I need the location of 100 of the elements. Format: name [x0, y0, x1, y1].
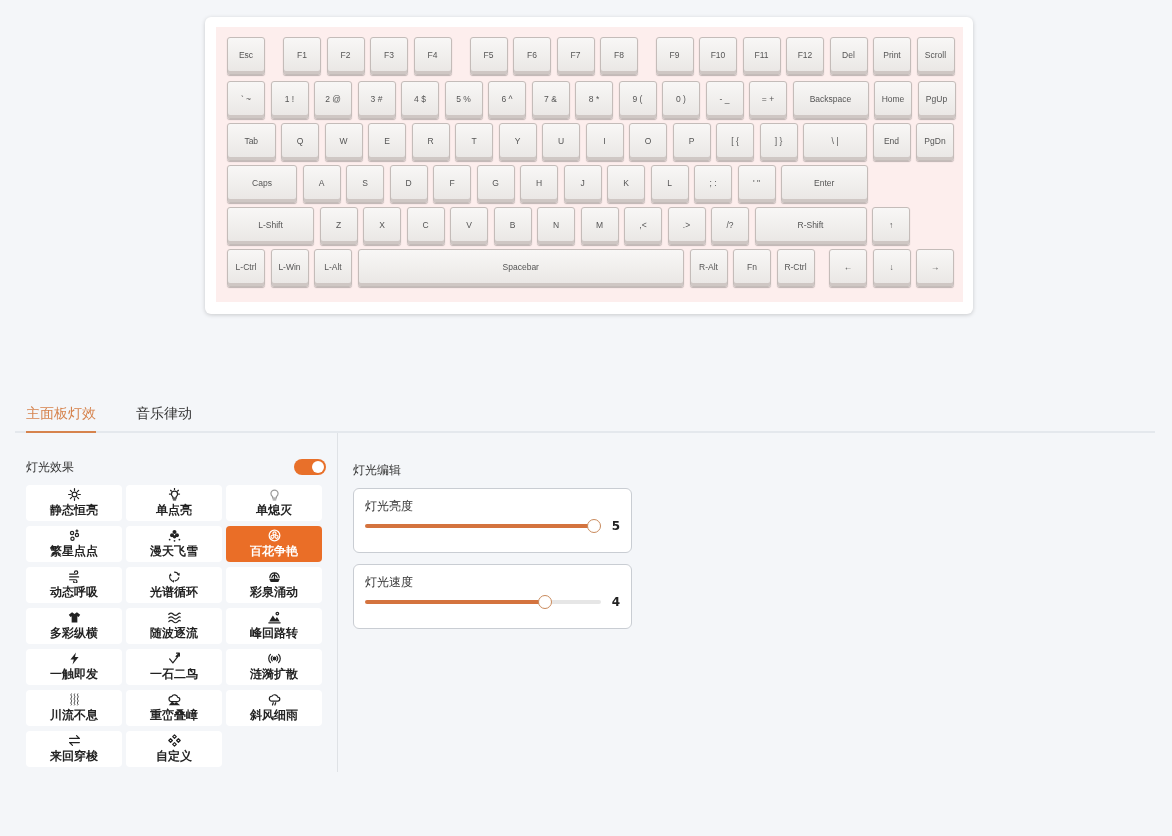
effect-option[interactable]: 峰回路转 [226, 608, 322, 644]
keyboard-key[interactable]: L-Shift [227, 207, 314, 245]
slider-track[interactable] [365, 595, 601, 609]
keyboard-key[interactable]: U [542, 123, 580, 161]
keyboard-key[interactable]: Y [498, 123, 537, 161]
keyboard-key[interactable]: 0 ) [662, 81, 700, 119]
keyboard-key[interactable]: 2 @ [314, 81, 352, 119]
keyboard-key[interactable]: Del [829, 37, 868, 75]
keyboard-key[interactable]: M [580, 207, 619, 245]
keyboard-key[interactable]: PgDn [916, 123, 954, 161]
keyboard-key[interactable]: PgUp [917, 81, 956, 119]
keyboard-key[interactable]: F1 [283, 37, 321, 75]
keyboard-key[interactable]: Fn [733, 249, 771, 287]
keyboard-key[interactable]: J [563, 165, 602, 203]
keyboard-key[interactable]: F12 [786, 37, 824, 75]
keyboard-key[interactable]: ' " [737, 165, 776, 203]
keyboard-key[interactable]: L [650, 165, 689, 203]
keyboard-key[interactable]: ↑ [872, 207, 910, 245]
keyboard-key[interactable]: F [433, 165, 471, 203]
keyboard-key[interactable]: N [537, 207, 575, 245]
keyboard-key[interactable]: G [476, 165, 515, 203]
effect-option[interactable]: 斜风细雨 [226, 690, 322, 726]
keyboard-key[interactable]: F5 [469, 37, 508, 75]
keyboard-key[interactable]: .> [667, 207, 706, 245]
keyboard-key[interactable]: ; : [694, 165, 732, 203]
keyboard-key[interactable]: T [455, 123, 493, 161]
keyboard-key[interactable]: Scroll [916, 37, 955, 75]
keyboard-key[interactable]: = + [749, 81, 787, 119]
keyboard-key[interactable]: 6 ^ [488, 81, 526, 119]
effect-option[interactable]: 静态恒亮 [26, 485, 122, 521]
effect-option[interactable]: 单熄灭 [226, 485, 322, 521]
keyboard-key[interactable]: [ { [716, 123, 754, 161]
keyboard-key[interactable]: V [450, 207, 488, 245]
effect-option[interactable]: 一触即发 [26, 649, 122, 685]
keyboard-key[interactable]: K [607, 165, 645, 203]
keyboard-key[interactable]: O [629, 123, 667, 161]
effect-option[interactable]: 来回穿梭 [26, 731, 122, 767]
keyboard-key[interactable]: 3 # [357, 81, 396, 119]
keyboard-key[interactable]: D [389, 165, 428, 203]
effect-option[interactable]: 单点亮 [126, 485, 222, 521]
keyboard-key[interactable]: Print [873, 37, 911, 75]
keyboard-key[interactable]: F8 [600, 37, 638, 75]
keyboard-key[interactable]: Home [874, 81, 912, 119]
keyboard-key[interactable]: H [520, 165, 558, 203]
keyboard-key[interactable]: Z [319, 207, 358, 245]
effect-option[interactable]: 彩泉涌动 [226, 567, 322, 603]
slider-track[interactable] [365, 519, 601, 533]
keyboard-key[interactable]: R-Ctrl [776, 249, 815, 287]
keyboard-key[interactable]: ,< [624, 207, 662, 245]
keyboard-key[interactable]: R [411, 123, 450, 161]
keyboard-key[interactable]: A [302, 165, 341, 203]
keyboard-key[interactable]: C [406, 207, 445, 245]
keyboard-key[interactable]: Esc [227, 37, 265, 75]
effect-option[interactable]: 自定义 [126, 731, 222, 767]
effect-option[interactable]: 川流不息 [26, 690, 122, 726]
keyboard-key[interactable]: L-Ctrl [227, 249, 265, 287]
keyboard-key[interactable]: Tab [227, 123, 276, 161]
keyboard-key[interactable]: R-Shift [754, 207, 867, 245]
keyboard-key[interactable]: B [493, 207, 532, 245]
keyboard-key[interactable]: F11 [742, 37, 781, 75]
keyboard-key[interactable]: ` ~ [227, 81, 265, 119]
keyboard-key[interactable]: 9 ( [618, 81, 657, 119]
keyboard-key[interactable]: F3 [370, 37, 408, 75]
keyboard-key[interactable]: 8 * [575, 81, 613, 119]
keyboard-key[interactable]: R-Alt [689, 249, 728, 287]
effect-option[interactable]: 涟漪扩散 [226, 649, 322, 685]
keyboard-key[interactable]: /? [711, 207, 749, 245]
keyboard-key[interactable]: Enter [781, 165, 868, 203]
keyboard-key[interactable]: ↓ [872, 249, 911, 287]
effect-option[interactable]: 多彩纵横 [26, 608, 122, 644]
keyboard-key[interactable]: ← [829, 249, 867, 287]
keyboard-key[interactable]: P [672, 123, 711, 161]
keyboard-key[interactable]: Q [281, 123, 319, 161]
keyboard-key[interactable]: → [916, 249, 954, 287]
keyboard-key[interactable]: 7 & [531, 81, 570, 119]
keyboard-key[interactable]: End [872, 123, 911, 161]
keyboard-key[interactable]: - _ [705, 81, 744, 119]
keyboard-key[interactable]: L-Win [270, 249, 309, 287]
keyboard-key[interactable]: 5 % [444, 81, 483, 119]
keyboard-key[interactable]: 4 $ [401, 81, 439, 119]
effect-option[interactable]: 漫天飞雪 [126, 526, 222, 562]
effect-option[interactable]: 光谱循环 [126, 567, 222, 603]
toggle-switch[interactable] [294, 458, 326, 475]
keyboard-key[interactable]: F10 [699, 37, 737, 75]
effect-option[interactable]: 动态呼吸 [26, 567, 122, 603]
keyboard-key[interactable]: Caps [227, 165, 297, 203]
slider-thumb[interactable] [538, 595, 553, 609]
keyboard-key[interactable]: F2 [326, 37, 365, 75]
keyboard-key[interactable]: I [585, 123, 624, 161]
effect-option[interactable]: 随波逐流 [126, 608, 222, 644]
keyboard-key[interactable]: L-Alt [314, 249, 352, 287]
keyboard-key[interactable]: ] } [759, 123, 798, 161]
keyboard-key[interactable]: F6 [513, 37, 551, 75]
keyboard-key[interactable]: \ | [803, 123, 867, 161]
keyboard-key[interactable]: F9 [655, 37, 694, 75]
effect-option[interactable]: 繁星点点 [26, 526, 122, 562]
keyboard-key[interactable]: E [368, 123, 406, 161]
keyboard-key[interactable]: F4 [413, 37, 452, 75]
keyboard-key[interactable]: 1 ! [270, 81, 309, 119]
keyboard-key[interactable]: Backspace [792, 81, 869, 119]
